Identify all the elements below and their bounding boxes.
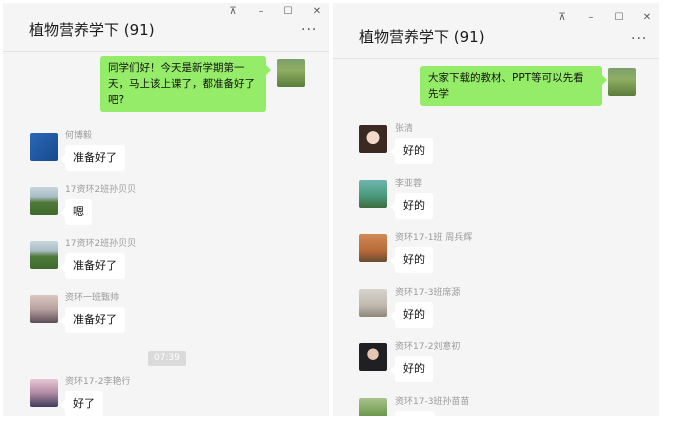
sender-avatar[interactable] [359, 343, 387, 371]
sender-avatar[interactable] [359, 398, 387, 416]
sender-name: 资环17-3班席源 [395, 288, 461, 298]
pin-icon[interactable]: ⊼ [225, 5, 241, 19]
chat-window-right: ⊼ – ☐ ✕ 植物营养学下 (91) ··· 大家下载的教材、PPT等可以先看… [333, 3, 659, 416]
sender-name: 何博毅 [65, 131, 93, 141]
sender-name: 资环17-3班孙苗苗 [395, 397, 470, 407]
message-bubble[interactable]: 好了 [60, 391, 103, 416]
sender-avatar[interactable] [30, 295, 58, 323]
sender-avatar[interactable] [30, 241, 58, 269]
window-divider [330, 0, 332, 420]
message-bubble[interactable]: 好的 [390, 138, 433, 164]
message-bubble[interactable]: 好的 [390, 193, 433, 219]
message-bubble[interactable]: 好的 [390, 356, 433, 382]
my-message-bubble[interactable]: 同学们好！今天是新学期第一天，马上该上课了，都准备好了吧? [100, 56, 271, 112]
my-message-bubble[interactable]: 大家下载的教材、PPT等可以先看先学 [420, 66, 607, 106]
my-avatar[interactable] [277, 59, 305, 87]
message-bubble[interactable]: 嗯 [60, 199, 92, 225]
sender-name: 李亚蓉 [395, 179, 423, 189]
sender-avatar[interactable] [359, 289, 387, 317]
header-divider [333, 58, 659, 59]
sender-avatar[interactable] [359, 180, 387, 208]
pin-icon[interactable]: ⊼ [554, 11, 570, 25]
maximize-button[interactable]: ☐ [611, 11, 627, 25]
message-bubble[interactable]: 好的 [390, 247, 433, 273]
close-button[interactable]: ✕ [639, 11, 655, 25]
maximize-button[interactable]: ☐ [280, 5, 296, 19]
chat-title: 植物营养学下 (91) [359, 28, 485, 46]
more-options-icon[interactable]: ··· [301, 23, 317, 37]
message-bubble[interactable]: 准备好了 [60, 145, 125, 171]
sender-avatar[interactable] [359, 234, 387, 262]
sender-name: 资环一班甄帅 [65, 293, 120, 303]
sender-name: 资环17-1班 周兵辉 [395, 233, 473, 243]
sender-name: 张清 [395, 124, 414, 134]
chat-title: 植物营养学下 (91) [29, 21, 155, 39]
minimize-button[interactable]: – [583, 11, 599, 25]
sender-avatar[interactable] [30, 133, 58, 161]
sender-name: 资环17-2刘意初 [395, 342, 461, 352]
chat-window-left: ⊼ – ☐ ✕ 植物营养学下 (91) ··· 同学们好！今天是新学期第一天，马… [3, 3, 329, 416]
sender-name: 17资环2班孙贝贝 [65, 239, 137, 249]
more-options-icon[interactable]: ··· [631, 32, 647, 46]
time-badge: 07:39 [148, 351, 186, 366]
message-bubble[interactable]: 好的 [390, 302, 433, 328]
minimize-button[interactable]: – [253, 5, 269, 19]
sender-avatar[interactable] [359, 125, 387, 153]
close-button[interactable]: ✕ [309, 5, 325, 19]
sender-name: 17资环2班孙贝贝 [65, 185, 137, 195]
sender-avatar[interactable] [30, 187, 58, 215]
message-bubble[interactable]: 准备好了 [60, 307, 125, 333]
sender-avatar[interactable] [30, 379, 58, 407]
header-divider [3, 51, 329, 52]
sender-name: 资环17-2李艳行 [65, 377, 131, 387]
my-avatar[interactable] [608, 68, 636, 96]
message-bubble[interactable]: 准备好了 [60, 253, 125, 279]
message-bubble[interactable] [395, 411, 435, 416]
